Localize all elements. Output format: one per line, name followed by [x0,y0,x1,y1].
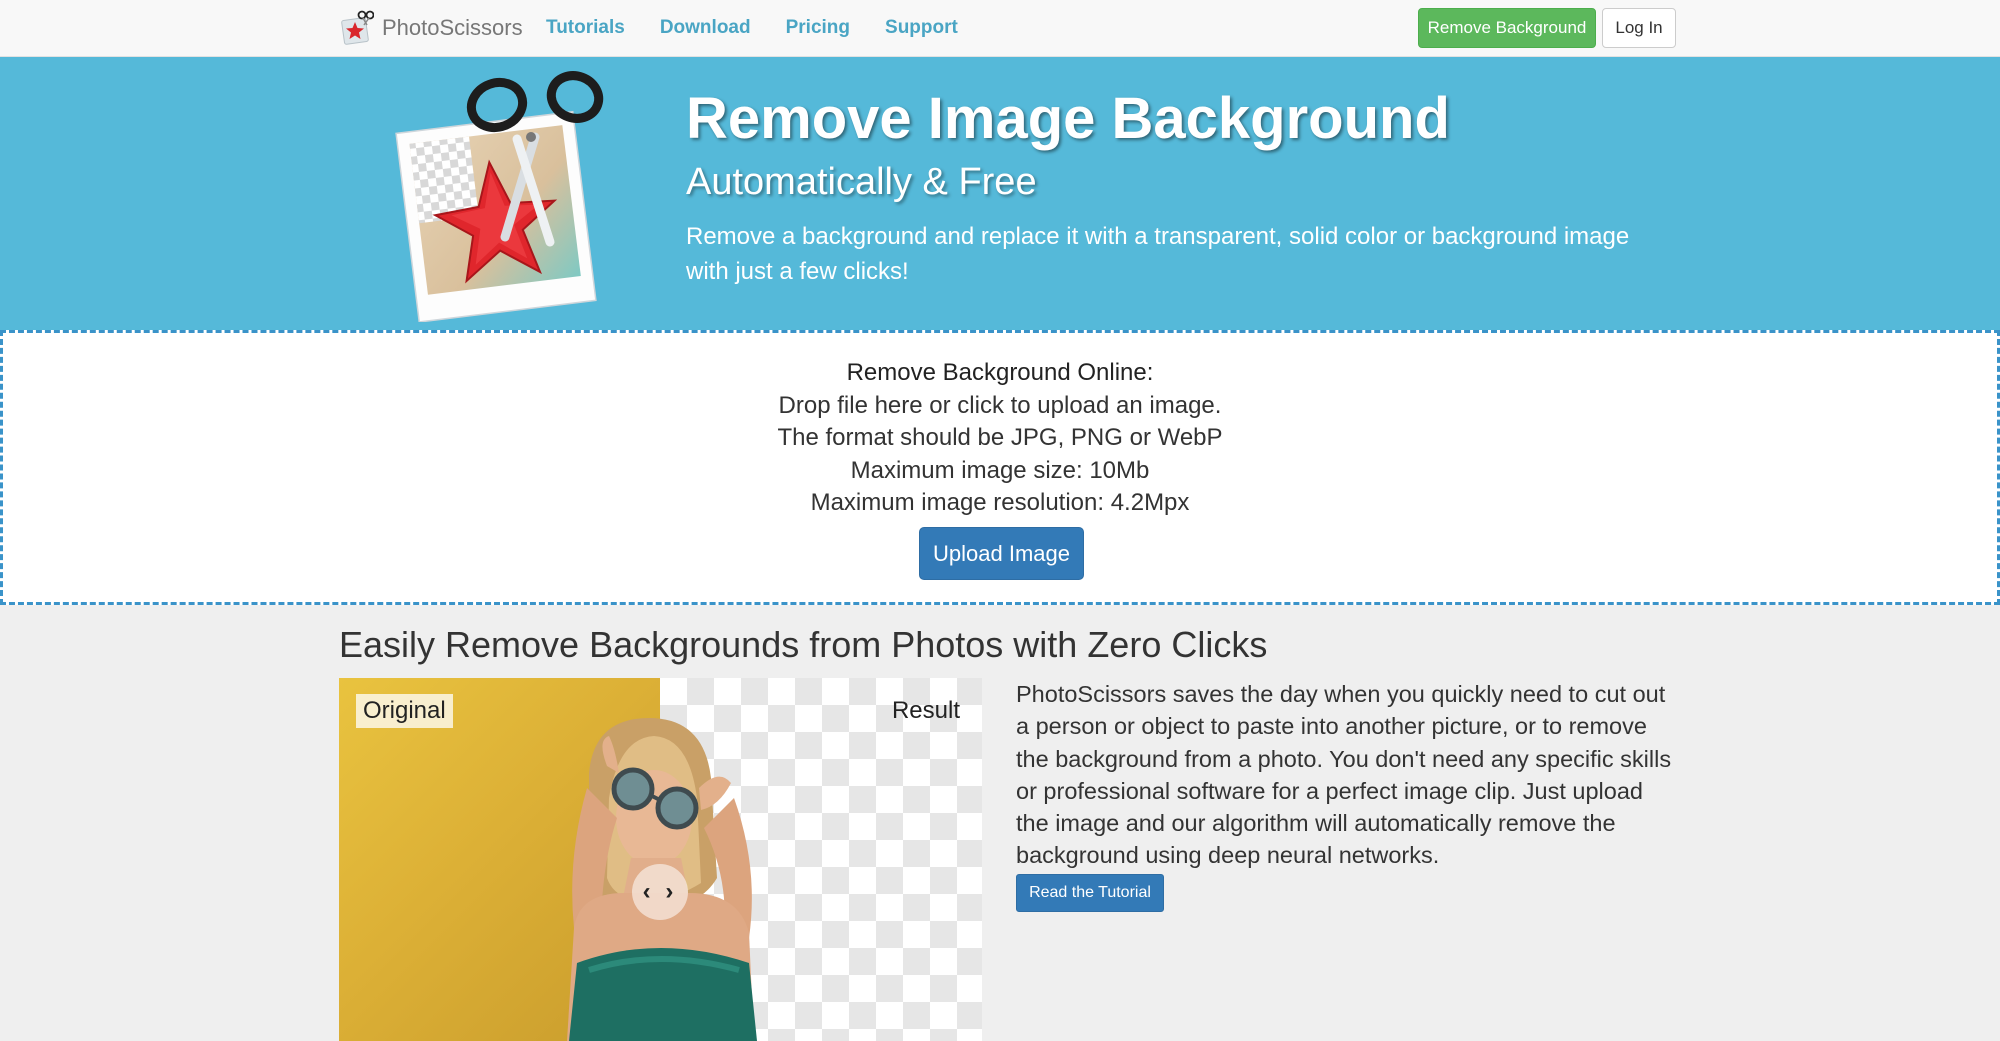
hero-title: Remove Image Background [686,86,1450,151]
nav-link-tutorials[interactable]: Tutorials [546,17,625,39]
upload-line-size: Maximum image size: 10Mb [850,456,1150,484]
brand-name: PhotoScissors [382,15,523,40]
starfish-photo-scissors-illustration [395,71,604,322]
upload-line-resolution: Maximum image resolution: 4.2Mpx [810,489,1190,516]
comparison-slider-handle[interactable]: ‹ › [632,864,688,920]
nav-links: Tutorials Download Pricing Support [546,0,993,56]
original-label: Original [356,694,453,728]
result-label: Result [891,697,960,724]
feature-description: PhotoScissors saves the day when you qui… [1016,681,1672,869]
hero-description: Remove a background and replace it with … [686,223,1630,285]
navbar: PhotoScissors Tutorials Download Pricing… [0,0,2000,57]
upload-image-button[interactable]: Upload Image [919,527,1084,580]
upload-drop-zone[interactable]: Remove Background Online: Drop file here… [0,330,2000,605]
nav-link-pricing[interactable]: Pricing [786,17,850,39]
hero-subtitle: Automatically & Free [686,161,1037,203]
nav-link-download[interactable]: Download [660,17,751,39]
hero-banner: Remove Image Background Automatically & … [0,57,2000,330]
nav-link-support[interactable]: Support [885,17,958,39]
remove-background-button[interactable]: Remove Background [1418,8,1596,48]
feature-title: Easily Remove Backgrounds from Photos wi… [339,624,1268,665]
upload-line-format: The format should be JPG, PNG or WebP [777,424,1223,451]
brand[interactable]: PhotoScissors [340,6,523,50]
upload-instructions: Remove Background Online: Drop file here… [3,357,1997,520]
upload-heading: Remove Background Online: [846,359,1154,386]
read-tutorial-button[interactable]: Read the Tutorial [1016,874,1164,912]
before-after-comparison[interactable]: Original Result ‹ › [339,678,982,1041]
upload-line-drop: Drop file here or click to upload an ima… [778,391,1222,419]
photoscissors-logo-icon [341,10,374,45]
woman-with-sunglasses-photo [567,718,757,1041]
login-button[interactable]: Log In [1602,8,1676,48]
